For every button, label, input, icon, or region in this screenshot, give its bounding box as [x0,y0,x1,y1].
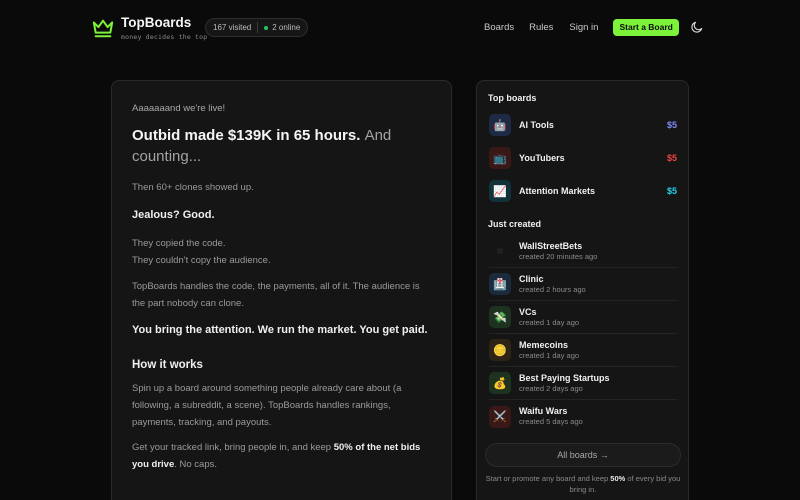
new-board-time: created 20 minutes ago [519,251,598,261]
handles-text: TopBoards handles the code, the payments… [132,281,420,309]
new-board-name: Memecoins [519,339,569,350]
swords-icon: ⚔️ [489,405,511,428]
coin-icon: 🪙 [489,339,511,361]
tracked-link-post: . No caps. [174,459,218,470]
online-count: 2 online [264,23,300,32]
wsb-icon: ▦ [489,240,511,262]
new-board-item[interactable]: ▦ WallStreetBets created 20 minutes ago [489,235,677,268]
new-board-time: created 2 days ago [519,383,583,393]
all-boards-button[interactable]: All boards → [485,443,681,467]
jealous-heading: Jealous? Good. [132,209,215,221]
robot-icon: 🤖 [489,114,511,136]
new-board-name: Best Paying Startups [519,372,610,383]
nav-boards-link[interactable]: Boards [484,22,514,33]
tv-icon: 📺 [489,147,511,169]
main-nav: Boards Rules Sign in Start a Board [484,19,679,36]
hospital-icon: 🏥 [489,273,511,295]
start-board-button[interactable]: Start a Board [613,19,679,36]
top-board-price: $5 [666,120,677,130]
stats-divider [257,22,259,33]
new-board-time: created 5 days ago [519,417,583,426]
online-label: 2 online [272,23,301,32]
clones-text: Then 60+ clones showed up. [132,182,254,193]
copied-code-text: They copied the code. [132,238,226,249]
top-board-name: YouTubers [519,153,565,163]
theme-toggle-moon-icon[interactable] [690,20,704,34]
footer-bold: 50% [610,474,626,483]
stats-pill: 167 visited 2 online [205,18,309,37]
boards-sidebar: Top boards 🤖 AI Tools $5 📺 YouTubers $5 … [476,80,689,500]
new-board-item[interactable]: 💸 VCs created 1 day ago [489,301,677,334]
tracked-link-text: Get your tracked link, bring people in, … [132,439,431,473]
moneybag-icon: 💰 [489,372,511,394]
new-board-name: VCs [519,306,537,317]
top-board-item[interactable]: 📈 Attention Markets $5 [489,179,677,203]
top-board-item[interactable]: 📺 YouTubers $5 [489,146,677,170]
top-board-price: $5 [666,153,677,163]
top-boards-title: Top boards [488,93,537,103]
money-icon: 💸 [489,306,511,328]
new-board-time: created 1 day ago [519,350,580,360]
crown-icon [92,19,114,38]
new-board-time: created 2 hours ago [519,284,586,294]
new-board-name: WallStreetBets [519,240,583,251]
new-board-item[interactable]: 💰 Best Paying Startups created 2 days ag… [489,367,677,400]
brand-tagline: money decides the top [121,33,208,41]
footer-pre: Start or promote any board and keep [485,474,609,483]
new-board-item[interactable]: 🏥 Clinic created 2 hours ago [489,268,677,301]
top-board-price: $5 [666,186,677,196]
sign-in-link[interactable]: Sign in [569,22,598,33]
new-board-name: Clinic [519,273,544,284]
new-board-name: Waifu Wars [519,406,568,416]
brand-name: TopBoards [121,15,192,30]
new-board-item[interactable]: ⚔️ Waifu Wars created 5 days ago [489,400,677,433]
online-dot-icon [264,25,269,30]
top-board-item[interactable]: 🤖 AI Tools $5 [489,113,677,137]
copy-audience-text: They couldn't copy the audience. [132,255,271,266]
nav-rules-link[interactable]: Rules [529,22,553,33]
top-header: TopBoards money decides the top 167 visi… [0,0,800,56]
new-board-time: created 1 day ago [519,317,580,327]
headline: Outbid made $139K in 65 hours. And count… [132,125,431,167]
new-board-item[interactable]: 🪙 Memecoins created 1 day ago [489,334,677,367]
headline-strong: Outbid made $139K in 65 hours. [132,127,361,144]
top-board-name: AI Tools [519,120,554,130]
visited-count: 167 visited [213,23,252,32]
top-board-name: Attention Markets [519,186,596,196]
announcement-card: Aaaaaaand we're live! Outbid made $139K … [111,80,452,500]
bring-attention-heading: You bring the attention. We run the mark… [132,324,428,336]
sidebar-footer-text: Start or promote any board and keep 50% … [485,473,681,495]
intro-text: Aaaaaaand we're live! [132,103,226,114]
brand-logo-link[interactable]: TopBoards money decides the top [92,15,207,41]
chart-icon: 📈 [489,180,511,202]
how-it-works-heading: How it works [132,359,203,371]
how-it-works-text: Spin up a board around something people … [132,383,402,428]
just-created-title: Just created [488,219,542,229]
tracked-link-pre: Get your tracked link, bring people in, … [132,442,332,453]
